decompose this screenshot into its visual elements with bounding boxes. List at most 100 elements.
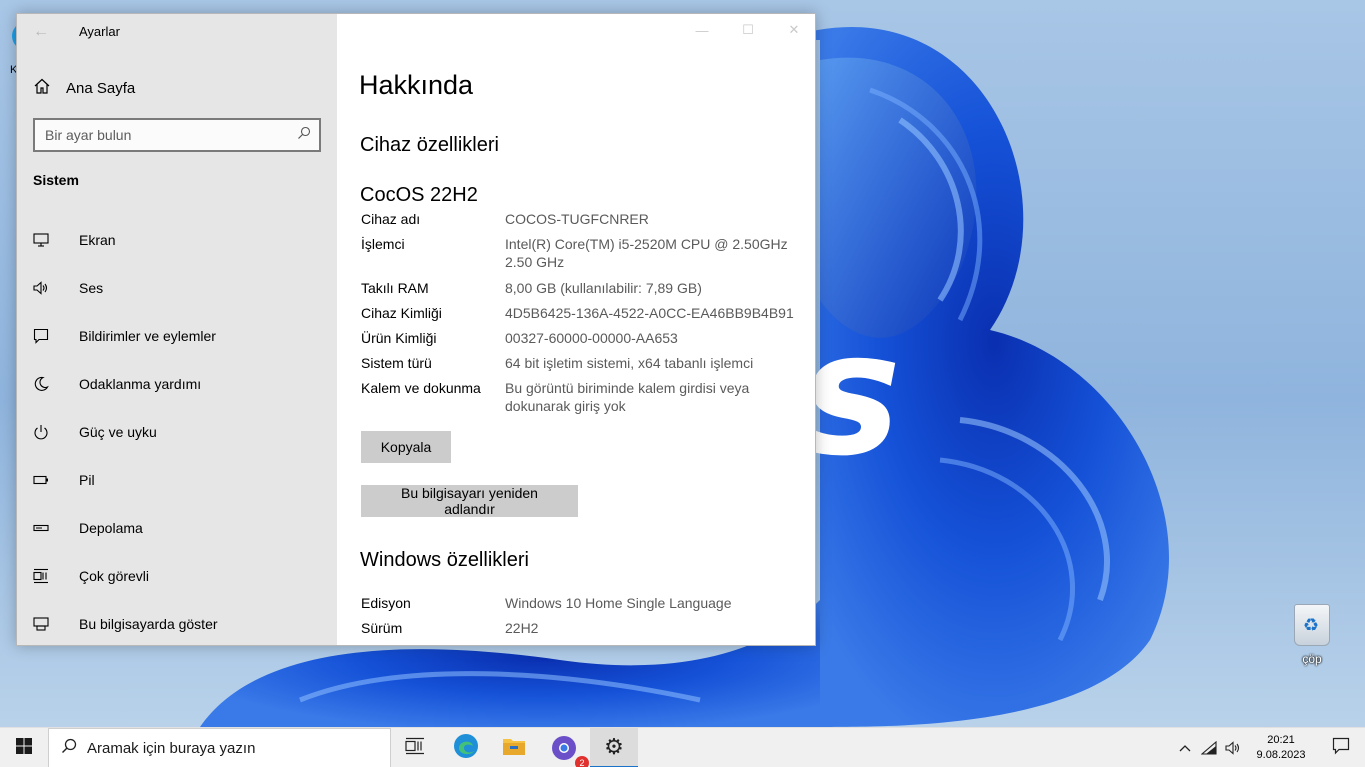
back-arrow-icon[interactable]: ← — [27, 20, 55, 44]
taskbar-chrome-button[interactable]: 2 — [540, 728, 589, 767]
sidebar-item-cok-gorevli[interactable]: Çok görevli — [17, 552, 337, 600]
notification-badge: 2 — [575, 756, 589, 767]
show-hidden-icons-chevron[interactable] — [1173, 728, 1197, 767]
spec-value: 8,00 GB (kullanılabilir: 7,89 GB) — [505, 280, 702, 296]
device-specs-heading: Cihaz özellikleri — [360, 134, 499, 156]
spec-row: Kalem ve dokunma Bu görüntü biriminde ka… — [361, 379, 801, 415]
search-icon — [61, 738, 77, 759]
spec-row: Cihaz Kimliği 4D5B6425-136A-4522-A0CC-EA… — [361, 304, 801, 322]
home-nav-item[interactable]: Ana Sayfa — [17, 74, 337, 102]
minimize-icon[interactable]: — — [679, 14, 725, 46]
sidebar-item-bildirimler[interactable]: Bildirimler ve eylemler — [17, 312, 337, 360]
spec-value: 4D5B6425-136A-4522-A0CC-EA46BB9B4B91 — [505, 305, 794, 321]
spec-value: Windows 10 Home Single Language — [505, 595, 732, 611]
taskbar-edge-button[interactable] — [442, 728, 490, 767]
gear-icon: ⚙ — [604, 734, 624, 759]
spec-row: Sistem türü 64 bit işletim sistemi, x64 … — [361, 354, 801, 372]
home-label: Ana Sayfa — [66, 79, 136, 97]
window-controls: — ☐ ✕ — [679, 14, 815, 46]
task-view-button[interactable] — [391, 728, 439, 767]
storage-icon — [33, 518, 63, 538]
sidebar-nav-list: Ekran Ses Bildirimler ve eylemler Odakla… — [17, 216, 337, 645]
sidebar-item-label: Bildirimler ve eylemler — [79, 328, 216, 344]
task-view-icon — [405, 737, 425, 760]
sidebar-section-title: Sistem — [33, 172, 79, 188]
sidebar-item-odaklanma[interactable]: Odaklanma yardımı — [17, 360, 337, 408]
spec-key: Cihaz Kimliği — [361, 305, 442, 321]
spec-row: Ürün Kimliği 00327-60000-00000-AA653 — [361, 329, 801, 347]
device-name: CocOS 22H2 — [360, 184, 478, 206]
spec-key: Ürün Kimliği — [361, 330, 437, 346]
sidebar-item-label: Bu bilgisayarda göster — [79, 616, 218, 632]
settings-search-box[interactable] — [33, 118, 321, 152]
sidebar-item-label: Ekran — [79, 232, 116, 248]
spec-value: COCOS-TUGFCNRER — [505, 211, 649, 227]
spec-row: Takılı RAM 8,00 GB (kullanılabilir: 7,89… — [361, 279, 801, 297]
spec-key: Cihaz adı — [361, 211, 421, 227]
home-icon — [17, 77, 67, 100]
taskbar-settings-button[interactable]: ⚙ — [590, 728, 638, 767]
rename-pc-button[interactable]: Bu bilgisayarı yeniden adlandır — [361, 485, 578, 517]
edge-browser-icon — [453, 733, 479, 764]
moon-icon — [33, 374, 63, 394]
action-center-button[interactable] — [1317, 728, 1365, 767]
clock-time: 20:21 — [1267, 734, 1295, 746]
sidebar-item-label: Odaklanma yardımı — [79, 376, 202, 392]
spec-key: Kalem ve dokunma — [361, 380, 481, 396]
taskbar-clock[interactable]: 20:21 9.08.2023 — [1245, 733, 1317, 763]
notification-icon — [33, 326, 63, 346]
spec-value: 64 bit işletim sistemi, x64 tabanlı işle… — [505, 355, 754, 371]
sidebar-item-pil[interactable]: Pil — [17, 456, 337, 504]
network-icon[interactable] — [1197, 728, 1221, 767]
recycle-bin-icon: ♻ — [1294, 604, 1330, 646]
spec-row: Cihaz adı COCOS-TUGFCNRER — [361, 210, 801, 228]
sidebar-item-depolama[interactable]: Depolama — [17, 504, 337, 552]
recycle-bin-label: çöp — [1302, 652, 1322, 666]
taskbar-file-explorer-button[interactable] — [490, 728, 538, 767]
close-icon[interactable]: ✕ — [771, 14, 815, 46]
settings-window: ← Ayarlar Ana Sayfa Sistem Ekran Ses — [16, 13, 816, 646]
sidebar-item-bu-bilgisayarda-goster[interactable]: Bu bilgisayarda göster — [17, 600, 337, 645]
sidebar-item-label: Çok görevli — [79, 568, 150, 584]
chrome-browser-icon: 2 — [551, 735, 589, 767]
spec-key: Sürüm — [361, 620, 403, 636]
spec-key: Takılı RAM — [361, 280, 429, 296]
window-title: Ayarlar — [79, 24, 120, 39]
clock-date: 9.08.2023 — [1256, 749, 1306, 761]
spec-value: 22H2 — [505, 620, 539, 636]
spec-value: 00327-60000-00000-AA653 — [505, 330, 678, 346]
start-button[interactable] — [0, 728, 48, 767]
spec-row: Sürüm 22H2 — [361, 619, 801, 637]
taskbar-search-box[interactable]: Aramak için buraya yazın — [48, 728, 391, 767]
search-icon[interactable] — [297, 126, 311, 145]
battery-icon — [33, 470, 63, 490]
spec-value: Bu görüntü biriminde kalem girdisi veya … — [505, 380, 750, 414]
copy-button[interactable]: Kopyala — [361, 431, 451, 463]
sidebar-item-guc[interactable]: Güç ve uyku — [17, 408, 337, 456]
system-tray: 20:21 9.08.2023 — [1173, 728, 1365, 767]
sidebar-item-ses[interactable]: Ses — [17, 264, 337, 312]
recycle-bin[interactable]: ♻ çöp — [1286, 600, 1338, 670]
monitor-icon — [33, 230, 63, 250]
spec-key: Sistem türü — [361, 355, 432, 371]
settings-main-pane: — ☐ ✕ Hakkında Cihaz özellikleri CocOS 2… — [337, 14, 815, 645]
taskbar-search-placeholder: Aramak için buraya yazın — [87, 739, 256, 757]
power-icon — [33, 422, 63, 442]
speaker-icon — [33, 278, 63, 298]
page-title: Hakkında — [359, 70, 474, 100]
volume-icon[interactable] — [1221, 728, 1245, 767]
spec-value: Intel(R) Core(TM) i5-2520M CPU @ 2.50GHz… — [505, 236, 788, 270]
notification-icon — [1332, 737, 1350, 760]
taskbar: Aramak için buraya yazın 2 ⚙ 20:21 9.08.… — [0, 727, 1365, 767]
sidebar-item-label: Pil — [79, 472, 95, 488]
projecting-icon — [33, 614, 63, 634]
folder-icon — [502, 736, 526, 761]
spec-key: Edisyon — [361, 595, 411, 611]
maximize-icon[interactable]: ☐ — [725, 14, 771, 46]
multitasking-icon — [33, 566, 63, 586]
sidebar-item-label: Ses — [79, 280, 104, 296]
settings-search-input[interactable] — [45, 127, 285, 143]
sidebar-item-ekran[interactable]: Ekran — [17, 216, 337, 264]
sidebar-item-label: Depolama — [79, 520, 143, 536]
spec-row: Edisyon Windows 10 Home Single Language — [361, 594, 801, 612]
